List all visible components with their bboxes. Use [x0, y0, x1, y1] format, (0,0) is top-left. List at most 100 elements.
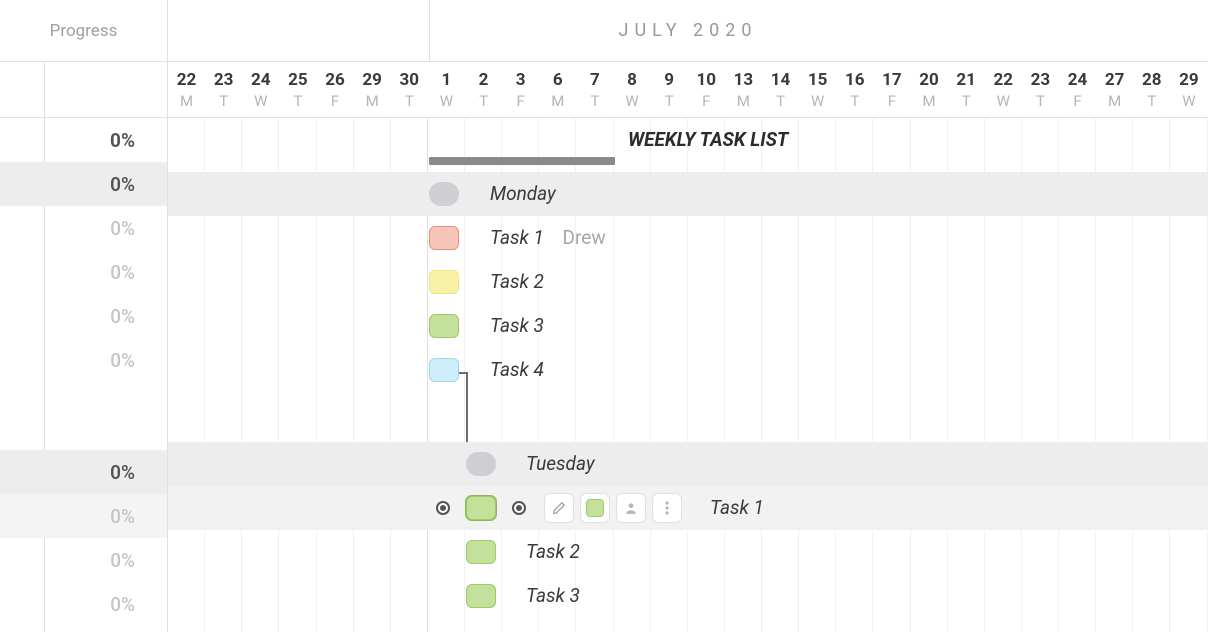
progress-value: 0% — [110, 261, 135, 284]
gantt-area[interactable]: WEEKLY TASK LIST Monday Task 1 Drew Task… — [168, 118, 1208, 632]
day-column[interactable]: 29M — [354, 62, 391, 117]
day-number: 14 — [771, 70, 791, 90]
day-weekday: T — [479, 92, 488, 110]
day-column[interactable]: 15W — [799, 62, 836, 117]
progress-value: 0% — [110, 217, 135, 240]
day-column[interactable]: 2T — [465, 62, 502, 117]
day-column[interactable]: 21T — [948, 62, 985, 117]
day-number: 8 — [627, 70, 637, 90]
task-end-handle[interactable] — [512, 501, 526, 515]
progress-value: 0% — [110, 505, 135, 528]
progress-row-task1: 0% — [0, 206, 167, 250]
day-weekday: T — [293, 92, 302, 110]
day-column[interactable]: 22M — [168, 62, 205, 117]
day-weekday: F — [888, 92, 896, 110]
day-column[interactable]: 24F — [1059, 62, 1096, 117]
gantt-row-monday[interactable]: Monday — [168, 172, 1208, 216]
day-number: 23 — [214, 70, 234, 90]
task-block[interactable] — [429, 270, 459, 294]
sidebar-header: Progress — [0, 0, 167, 62]
day-column[interactable]: 25T — [279, 62, 316, 117]
progress-row-task3: 0% — [0, 294, 167, 338]
progress-value: 0% — [110, 593, 135, 616]
day-weekday: W — [254, 92, 267, 110]
day-number: 29 — [362, 70, 382, 90]
progress-row-t2-task3: 0% — [0, 582, 167, 626]
day-column[interactable]: 10F — [688, 62, 725, 117]
day-column[interactable]: 7T — [576, 62, 613, 117]
color-button[interactable] — [580, 493, 610, 523]
assign-button[interactable] — [616, 493, 646, 523]
day-column[interactable]: 29W — [1170, 62, 1207, 117]
gantt-row-monday-task1[interactable]: Task 1 Drew — [168, 216, 1208, 260]
gantt-row-tuesday-task1[interactable]: Task 1 — [168, 486, 1208, 530]
task-label: Task 1 Drew — [490, 226, 606, 249]
day-weekday: T — [1036, 92, 1045, 110]
gantt-row-monday-task2[interactable]: Task 2 — [168, 260, 1208, 304]
gantt-row-tuesday-task2[interactable]: Task 2 — [168, 530, 1208, 574]
day-number: 7 — [590, 70, 600, 90]
gantt-row-tuesday[interactable]: Tuesday — [168, 442, 1208, 486]
day-column[interactable]: 28T — [1133, 62, 1170, 117]
edit-button[interactable] — [544, 493, 574, 523]
day-column[interactable]: 3F — [502, 62, 539, 117]
day-number: 6 — [553, 70, 563, 90]
day-column[interactable]: 26F — [317, 62, 354, 117]
task-block[interactable] — [429, 226, 459, 250]
day-column[interactable]: 27M — [1096, 62, 1133, 117]
task-block-tuesday[interactable] — [466, 452, 496, 476]
day-weekday: M — [923, 92, 936, 110]
day-column[interactable]: 17F — [873, 62, 910, 117]
day-weekday: F — [331, 92, 339, 110]
day-column[interactable]: 30T — [391, 62, 428, 117]
gantt-row-monday-task4[interactable]: Task 4 — [168, 348, 1208, 392]
handle-dot — [440, 505, 446, 511]
task-block[interactable] — [429, 358, 459, 382]
task-label-monday: Monday — [490, 182, 556, 205]
task-block[interactable] — [466, 584, 496, 608]
task-block[interactable] — [466, 540, 496, 564]
day-number: 16 — [845, 70, 865, 90]
day-number: 22 — [177, 70, 197, 90]
day-column[interactable]: 20M — [911, 62, 948, 117]
progress-row-title: 0% — [0, 118, 167, 162]
progress-value: 0% — [110, 129, 135, 152]
day-weekday: T — [590, 92, 599, 110]
day-number: 21 — [956, 70, 976, 90]
task-block-selected[interactable] — [466, 496, 496, 520]
gantt-row-tuesday-task3[interactable]: Task 3 — [168, 574, 1208, 618]
progress-row-monday: 0% — [0, 162, 167, 206]
day-weekday: W — [997, 92, 1010, 110]
day-column[interactable]: 16T — [836, 62, 873, 117]
day-weekday: W — [811, 92, 824, 110]
day-column[interactable]: 24W — [242, 62, 279, 117]
task-block[interactable] — [429, 314, 459, 338]
gantt-summary-bar[interactable] — [429, 157, 615, 165]
day-number: 1 — [442, 70, 452, 90]
gantt-title-label: WEEKLY TASK LIST — [628, 128, 788, 151]
day-number: 23 — [1031, 70, 1051, 90]
handle-dot — [516, 505, 522, 511]
day-number: 28 — [1142, 70, 1162, 90]
day-header: 22M23T24W25T26F29M30T1W2T3F6M7T8W9T10F13… — [168, 62, 1208, 118]
gantt-main: JULY 2020 22M23T24W25T26F29M30T1W2T3F6M7… — [168, 0, 1208, 632]
more-button[interactable] — [652, 493, 682, 523]
gantt-row-monday-task3[interactable]: Task 3 — [168, 304, 1208, 348]
day-column[interactable]: 23T — [205, 62, 242, 117]
day-column[interactable]: 9T — [651, 62, 688, 117]
dots-vertical-icon — [665, 501, 669, 515]
day-column[interactable]: 14T — [762, 62, 799, 117]
day-column[interactable]: 23 T — [1022, 62, 1059, 117]
progress-row-tuesday: 0% — [0, 450, 167, 494]
day-column[interactable]: 1W — [428, 62, 465, 117]
task-block-monday[interactable] — [429, 182, 459, 206]
day-weekday: T — [665, 92, 674, 110]
month-header: JULY 2020 — [168, 0, 1208, 62]
day-column[interactable]: 8W — [614, 62, 651, 117]
day-column[interactable]: 6M — [539, 62, 576, 117]
progress-row-task2: 0% — [0, 250, 167, 294]
day-column[interactable]: 13M — [725, 62, 762, 117]
day-weekday: T — [405, 92, 414, 110]
day-column[interactable]: 22W — [985, 62, 1022, 117]
task-start-handle[interactable] — [436, 501, 450, 515]
